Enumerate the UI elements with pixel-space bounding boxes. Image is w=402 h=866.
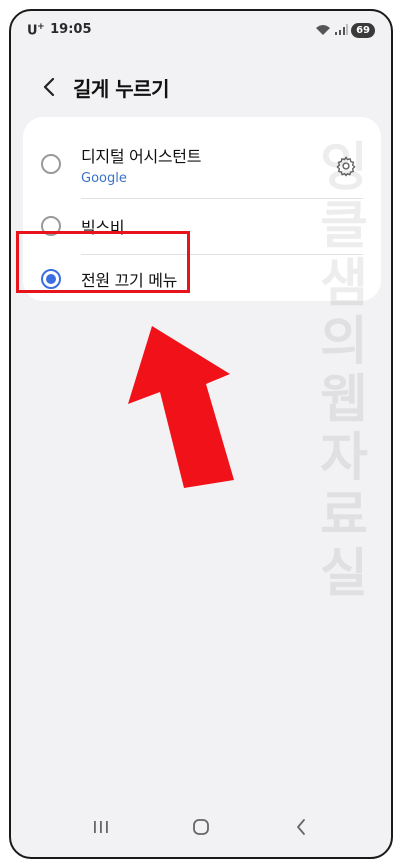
recent-apps-icon — [94, 821, 108, 833]
navigation-bar — [11, 797, 391, 857]
gear-icon[interactable] — [333, 153, 359, 179]
status-right: 69 — [315, 21, 375, 40]
option-label: 디지털 어시스턴트 — [81, 146, 202, 166]
radio-bixby[interactable] — [41, 216, 61, 236]
page-header: 길게 누르기 — [11, 67, 391, 107]
arrow-up-icon — [128, 326, 234, 488]
back-icon — [297, 819, 305, 835]
radio-dot — [46, 274, 56, 284]
wifi-icon — [315, 21, 331, 40]
home-button[interactable] — [181, 807, 221, 847]
carrier-sup: + — [37, 21, 45, 32]
status-time: 19:05 — [50, 22, 92, 38]
watermark-char: 웹 — [320, 370, 368, 430]
divider — [81, 254, 363, 255]
watermark-char: 실 — [320, 544, 368, 604]
options-card: 디지털 어시스턴트 Google 빅스비 전원 끄기 메뉴 — [23, 117, 381, 301]
option-digital-assistant[interactable]: 디지털 어시스턴트 Google — [23, 133, 381, 195]
divider — [81, 198, 363, 199]
option-text: 빅스비 — [81, 214, 125, 238]
radio-digital-assistant[interactable] — [41, 154, 61, 174]
option-text: 디지털 어시스턴트 Google — [81, 143, 201, 186]
option-sublabel: Google — [81, 170, 127, 186]
chevron-left-icon — [43, 77, 55, 97]
signal-icon — [334, 21, 349, 40]
option-text: 전원 끄기 메뉴 — [81, 267, 177, 291]
status-left: U+ 19:05 — [27, 22, 92, 38]
carrier-name: U — [27, 23, 38, 39]
watermark-char: 의 — [320, 312, 368, 372]
radio-power-off-menu[interactable] — [41, 269, 61, 289]
watermark-char: 료 — [320, 486, 368, 546]
page-title: 길게 누르기 — [73, 76, 169, 101]
option-label: 빅스비 — [81, 218, 125, 237]
home-icon — [193, 819, 209, 835]
nav-back-button[interactable] — [281, 807, 321, 847]
option-bixby[interactable]: 빅스비 — [23, 201, 381, 251]
status-bar: U+ 19:05 69 — [11, 11, 391, 49]
option-power-off-menu[interactable]: 전원 끄기 메뉴 — [23, 257, 381, 301]
recent-apps-button[interactable] — [81, 807, 121, 847]
battery-icon: 69 — [351, 22, 375, 38]
back-button[interactable] — [35, 73, 63, 101]
option-label: 전원 끄기 메뉴 — [81, 271, 178, 290]
carrier-label: U+ — [27, 21, 45, 39]
watermark-char: 자 — [320, 428, 368, 488]
